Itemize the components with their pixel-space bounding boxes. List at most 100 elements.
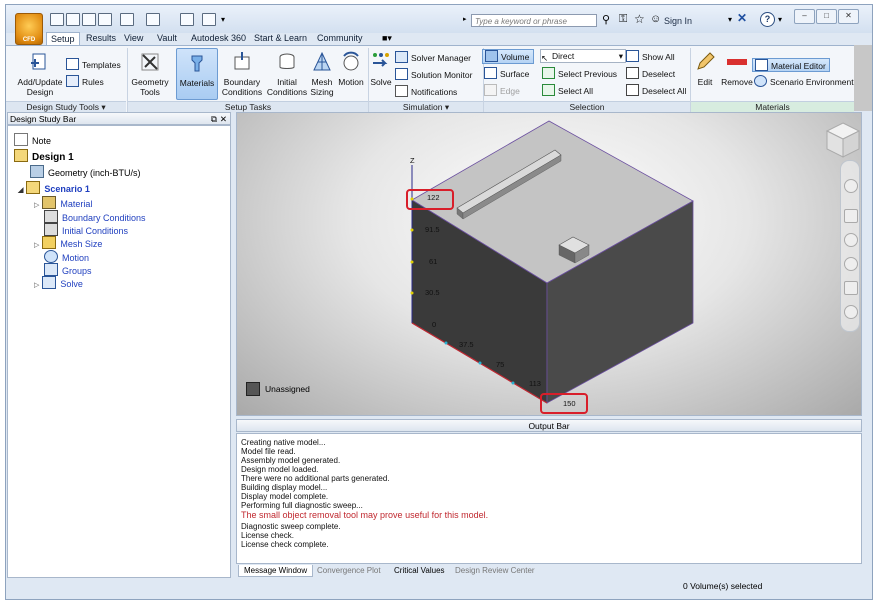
qat-dropdown-icon[interactable]: ▾ (221, 15, 225, 24)
help-dropdown-icon[interactable]: ▾ (778, 15, 782, 24)
tab-convergence-plot[interactable]: Convergence Plot (312, 565, 386, 576)
minimize-button[interactable]: – (794, 9, 815, 24)
tree-item-geometry[interactable]: Geometry (inch-BTU/s) (30, 165, 141, 178)
tab-message-window[interactable]: Message Window (238, 565, 314, 577)
user-icon[interactable]: ☺ (650, 13, 661, 25)
view-cube-icon[interactable] (825, 121, 861, 161)
deselect-button[interactable]: Deselect (626, 67, 675, 80)
tab-setup[interactable]: Setup (46, 32, 80, 46)
geometry-tools-button[interactable]: Geometry Tools (130, 51, 170, 97)
open-icon[interactable] (66, 13, 80, 26)
save-icon[interactable] (82, 13, 96, 26)
tree-item-scenario[interactable]: ◢ Scenario 1 (18, 181, 90, 194)
output-line: Display model complete. (241, 492, 329, 501)
look-at-icon[interactable] (844, 281, 858, 295)
tree-item-note[interactable]: Note (14, 133, 51, 146)
navigation-menu-icon[interactable] (844, 305, 858, 319)
collapse-arrow-icon[interactable]: ▷ (34, 282, 39, 289)
tree-item-mesh-size[interactable]: ▷ Mesh Size (34, 236, 102, 249)
grid-icon[interactable] (202, 13, 216, 26)
print-icon[interactable] (180, 13, 194, 26)
new-icon[interactable] (50, 13, 64, 26)
undo-icon[interactable] (120, 13, 134, 26)
tab-start-learn[interactable]: Start & Learn (250, 32, 311, 45)
star-icon[interactable]: ☆ (634, 12, 645, 26)
steering-wheel-icon[interactable] (844, 179, 858, 193)
exchange-icon[interactable]: ✕ (737, 11, 747, 25)
tab-critical-values[interactable]: Critical Values (389, 565, 450, 576)
output-line: License check. (241, 531, 294, 540)
collapse-arrow-icon[interactable]: ▷ (34, 202, 39, 209)
globe-icon (754, 75, 767, 87)
add-update-design-button[interactable]: Add/Update Design (14, 51, 66, 97)
close-button[interactable]: ✕ (838, 9, 859, 24)
tab-autodesk-360[interactable]: Autodesk 360 (187, 32, 250, 45)
video-icon[interactable]: ■▾ (382, 33, 392, 44)
boundary-conditions-button[interactable]: Boundary Conditions (220, 51, 264, 97)
select-previous-button[interactable]: Select Previous (542, 67, 617, 80)
tree-item-groups[interactable]: Groups (44, 263, 92, 276)
tab-view[interactable]: View (120, 32, 147, 45)
sign-in-dropdown-icon[interactable]: ▾ (728, 15, 732, 24)
output-line: Design model loaded. (241, 465, 319, 474)
templates-button[interactable]: Templates (66, 58, 121, 71)
mesh-sizing-button[interactable]: Mesh Sizing (308, 51, 336, 97)
mesh-sizing-label: Mesh Sizing (310, 77, 334, 97)
surface-label: Surface (500, 69, 530, 79)
redo-icon[interactable] (146, 13, 160, 26)
tab-design-review-center[interactable]: Design Review Center (450, 565, 540, 576)
solution-monitor-button[interactable]: Solution Monitor (395, 68, 472, 81)
binoculars-icon[interactable]: ⚲ (602, 13, 610, 26)
ribbon: Add/Update Design Templates Rules Design… (6, 45, 854, 113)
tree-item-label: Scenario 1 (44, 184, 90, 194)
save-all-icon[interactable] (98, 13, 112, 26)
surface-button[interactable]: Surface (484, 67, 529, 80)
selection-mode-dropdown[interactable]: ↖ Direct ▾ (540, 49, 626, 63)
model-drawing[interactable] (237, 113, 862, 416)
tree-item-design[interactable]: Design 1 (14, 149, 74, 163)
maximize-button[interactable]: □ (816, 9, 837, 24)
scenario-environment-button[interactable]: Scenario Environment (754, 75, 854, 88)
solve-button[interactable]: Solve (368, 51, 394, 87)
output-bar-header[interactable]: Output Bar (236, 419, 862, 432)
zoom-icon[interactable] (844, 233, 858, 247)
rules-label: Rules (82, 77, 104, 87)
x-max-highlight (540, 393, 588, 414)
material-editor-button[interactable]: Material Editor (752, 58, 830, 72)
rules-button[interactable]: Rules (66, 75, 104, 88)
pan-hand-icon[interactable] (844, 209, 858, 223)
tab-results[interactable]: Results (82, 32, 120, 45)
solver-manager-button[interactable]: Solver Manager (395, 51, 471, 64)
collapse-arrow-icon[interactable]: ▷ (34, 242, 39, 249)
materials-button[interactable]: Materials (176, 48, 218, 100)
remove-material-button[interactable]: Remove (720, 51, 754, 87)
tree-item-label: Geometry (inch-BTU/s) (48, 168, 141, 178)
tree-item-label: Material (60, 199, 93, 209)
notifications-button[interactable]: Notifications (395, 85, 457, 98)
tree-item-label: Initial Conditions (62, 226, 129, 236)
tab-community[interactable]: Community (313, 32, 367, 45)
edge-button[interactable]: Edge (484, 84, 520, 97)
edit-material-button[interactable]: Edit (692, 51, 718, 87)
motion-button[interactable]: Motion (336, 51, 366, 87)
orbit-icon[interactable] (844, 257, 858, 271)
key-icon[interactable]: ⚿ (619, 13, 627, 26)
initial-conditions-button[interactable]: Initial Conditions (266, 51, 308, 97)
tree-item-material[interactable]: ▷ Material (34, 196, 92, 209)
search-expand-icon[interactable]: ▸ (463, 15, 467, 23)
expand-arrow-icon[interactable]: ◢ (18, 187, 23, 194)
tree-item-solve[interactable]: ▷ Solve (34, 276, 83, 289)
volume-button[interactable]: Volume (482, 49, 534, 64)
show-all-button[interactable]: Show All (626, 50, 675, 63)
tree-item-initial-conditions[interactable]: Initial Conditions (44, 223, 128, 236)
tree-item-boundary-conditions[interactable]: Boundary Conditions (44, 210, 146, 223)
select-all-button[interactable]: Select All (542, 84, 593, 97)
search-input[interactable]: Type a keyword or phrase (471, 14, 597, 27)
3d-viewport[interactable]: Z 122 91.5 61 30.5 0 37.5 75 113 150 Una… (236, 112, 862, 416)
z-tick-marker (410, 260, 414, 264)
help-icon[interactable]: ? (760, 12, 775, 27)
tab-vault[interactable]: Vault (153, 32, 181, 45)
deselect-all-button[interactable]: Deselect All (626, 84, 686, 97)
tree-item-motion[interactable]: Motion (44, 250, 89, 263)
sign-in-link[interactable]: Sign In (664, 16, 692, 26)
